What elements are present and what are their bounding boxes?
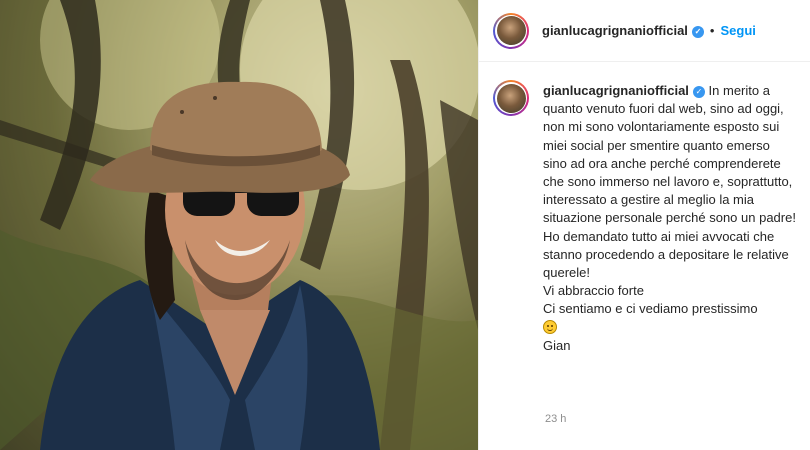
post-timestamp[interactable]: 23 h <box>545 413 566 425</box>
verified-badge-icon: ✓ <box>692 86 705 99</box>
header-separator: • <box>709 23 715 38</box>
caption-signature: Gian <box>543 337 571 353</box>
avatar-image <box>496 16 526 45</box>
caption-line-4: Ci sentiamo e ci vediamo prestissimo <box>543 301 758 317</box>
avatar-image <box>496 83 526 113</box>
follow-button[interactable]: Segui <box>720 23 755 38</box>
author-username[interactable]: gianlucagrignaniofficial ✓ <box>542 23 704 38</box>
caption-author-avatar[interactable] <box>493 80 529 116</box>
post-caption: gianlucagrignaniofficial ✓ In merito a qu… <box>479 62 810 355</box>
smiling-face-emoji-icon <box>543 319 557 334</box>
author-avatar[interactable] <box>493 12 529 49</box>
verified-badge-icon: ✓ <box>691 25 704 38</box>
caption-paragraph-1: In merito a quanto venuto fuori dal web,… <box>543 83 796 226</box>
caption-username[interactable]: gianlucagrignaniofficial <box>543 83 689 98</box>
instagram-post: gianlucagrignaniofficial ✓ • Segui gianlu… <box>0 0 810 450</box>
caption-line-3: Vi abbraccio forte <box>543 283 644 299</box>
post-sidebar: gianlucagrignaniofficial ✓ • Segui gianlu… <box>478 0 810 450</box>
caption-text: gianlucagrignaniofficial ✓ In merito a qu… <box>543 82 796 355</box>
photo-illustration <box>0 0 478 450</box>
post-photo[interactable] <box>0 0 478 450</box>
post-header: gianlucagrignaniofficial ✓ • Segui <box>479 0 810 62</box>
caption-paragraph-2: Ho demandato tutto ai miei avvocati che … <box>543 228 789 281</box>
